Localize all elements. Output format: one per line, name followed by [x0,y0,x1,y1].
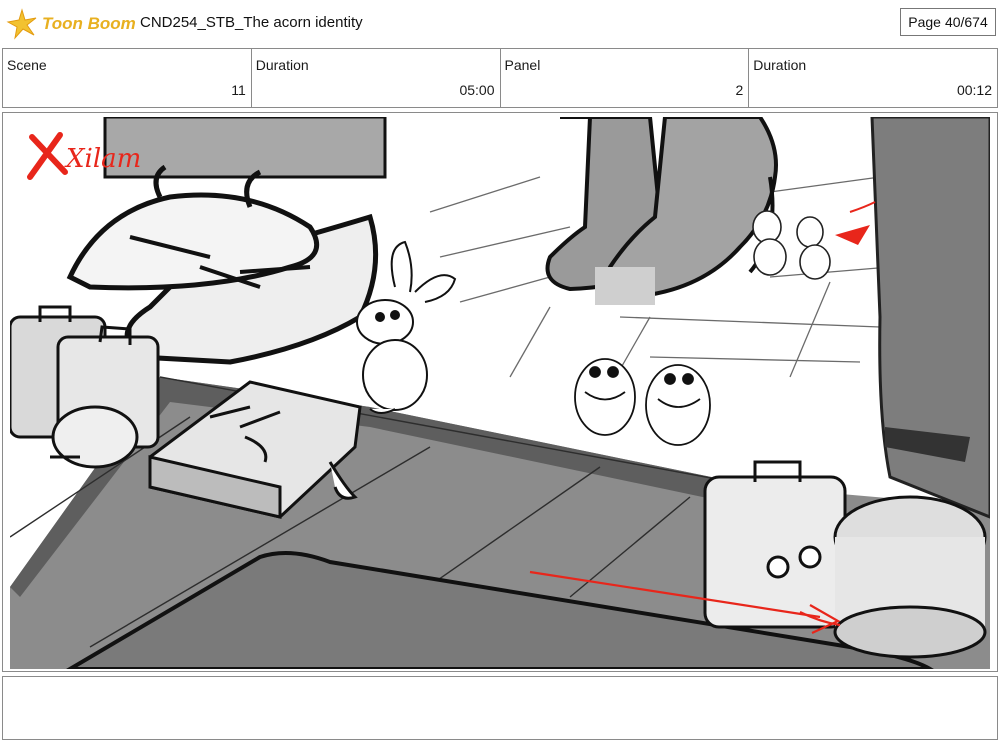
panel-duration-label: Duration [753,57,807,73]
storyboard-panel: Xilam [2,112,998,672]
scene-duration-value: 05:00 [459,82,495,98]
watermark-text: Xilam [64,144,141,174]
scene-value: 11 [231,82,246,98]
panel-duration-value: 00:12 [956,82,992,98]
scene-duration-cell: Duration 05:00 [252,49,501,107]
toon-boom-logo-icon [6,8,37,40]
page-label: Page [908,14,941,30]
panel-label: Panel [504,57,541,73]
scene-label: Scene [7,57,47,73]
document-title: CND254_STB_The acorn identity [140,14,363,31]
brand-name: Toon Boom [42,14,136,33]
page-value: 40/674 [944,14,988,30]
panel-value: 2 [735,82,744,98]
panel-duration-cell: Duration 00:12 [749,49,997,107]
storyboard-drawing: Xilam [10,117,990,669]
panel-notes[interactable] [2,676,998,740]
storyboard-info-row: Scene 11 Duration 05:00 Panel 2 Duration… [2,48,998,108]
page-indicator: Page 40/674 [900,8,996,36]
dark-coat [870,117,990,519]
panel-cell: Panel 2 [501,49,750,107]
scene-duration-label: Duration [255,57,309,73]
toon-boom-logo: Toon Boom [6,6,136,42]
scene-cell: Scene 11 [3,49,252,107]
